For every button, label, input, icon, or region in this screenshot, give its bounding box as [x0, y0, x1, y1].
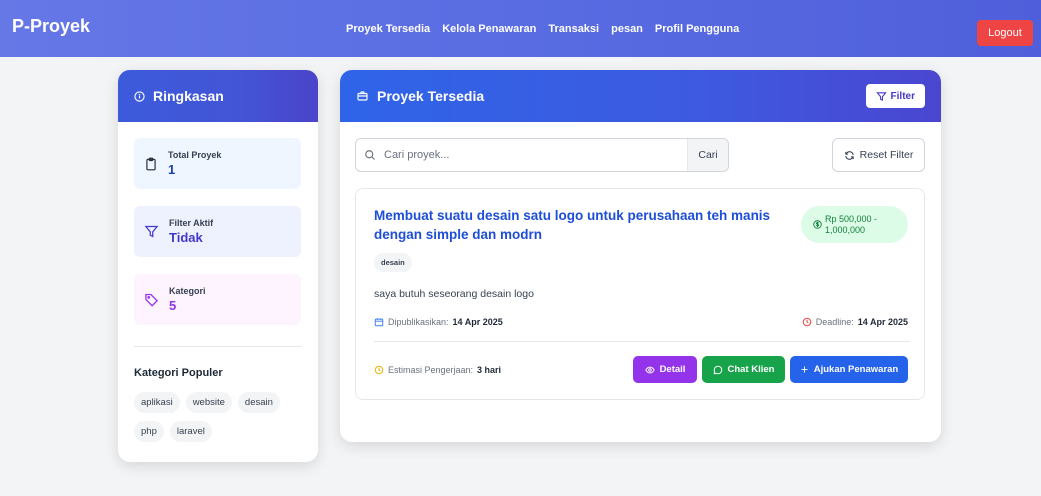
project-description: saya butuh seseorang desain logo: [374, 288, 534, 300]
submit-offer-label: Ajukan Penawaran: [813, 364, 899, 375]
published-label: Dipublikasikan:: [388, 317, 449, 327]
info-icon: [134, 90, 145, 102]
sidebar-divider: [134, 346, 301, 347]
projects-title: Proyek Tersedia: [377, 88, 485, 104]
summary-header: Ringkasan: [118, 70, 318, 122]
search-bar: Cari: [355, 138, 729, 172]
project-divider: [374, 341, 910, 342]
summary-card: Ringkasan Total Proyek 1 Filter Aktif Ti…: [118, 70, 318, 462]
estimate-label: Estimasi Pengerjaan:: [388, 365, 474, 375]
detail-label: Detail: [659, 364, 686, 375]
project-actions: Detail Chat Klien Ajukan Penawaran: [633, 356, 908, 383]
category-chip-desain[interactable]: desain: [237, 392, 280, 413]
nav-proyek-tersedia[interactable]: Proyek Tersedia: [346, 23, 430, 35]
stat-kategori: Kategori 5: [134, 274, 301, 325]
briefcase-icon: [356, 90, 369, 102]
filter-label: Filter: [890, 90, 915, 102]
tag-icon: [144, 292, 159, 307]
stat-label: Kategori: [169, 286, 206, 296]
reset-filter-label: Reset Filter: [859, 149, 914, 161]
projects-header: Proyek Tersedia Filter: [340, 70, 941, 122]
clipboard-icon: [144, 156, 158, 172]
stat-value: Tidak: [169, 230, 203, 245]
search-button[interactable]: Cari: [687, 139, 728, 171]
nav-transaksi[interactable]: Transaksi: [548, 23, 599, 35]
price-max: 1,000,000: [825, 224, 866, 235]
chat-label: Chat Klien: [727, 364, 775, 375]
filter-icon: [875, 91, 887, 102]
detail-button[interactable]: Detail: [633, 356, 697, 383]
projects-card: Proyek Tersedia Filter Cari Reset Filter…: [340, 70, 941, 442]
summary-title: Ringkasan: [153, 88, 224, 104]
reset-filter-button[interactable]: Reset Filter: [832, 138, 925, 172]
refresh-icon: [844, 150, 855, 161]
estimate-value: 3 hari: [477, 365, 502, 375]
logout-button[interactable]: Logout: [977, 20, 1033, 46]
chat-icon: [713, 365, 723, 375]
stat-filter-aktif: Filter Aktif Tidak: [134, 206, 301, 257]
category-chip-php[interactable]: php: [134, 421, 164, 442]
published-value: 14 Apr 2025: [452, 317, 503, 327]
category-chip-laravel[interactable]: laravel: [169, 421, 212, 442]
top-navbar: P-Proyek Proyek Tersedia Kelola Penawara…: [0, 0, 1041, 57]
deadline-label: Deadline:: [815, 317, 854, 327]
stat-value: 5: [169, 298, 177, 313]
project-tag: desain: [374, 253, 412, 272]
plus-icon: [800, 365, 809, 374]
search-input[interactable]: [384, 139, 687, 171]
published-date: Dipublikasikan: 14 Apr 2025: [374, 317, 503, 327]
project-title-link[interactable]: Membuat suatu desain satu logo untuk per…: [374, 206, 794, 244]
estimate-info: Estimasi Pengerjaan: 3 hari: [374, 365, 501, 375]
deadline-date: Deadline: 14 Apr 2025: [802, 317, 908, 327]
nav-kelola-penawaran[interactable]: Kelola Penawaran: [442, 23, 536, 35]
submit-offer-button[interactable]: Ajukan Penawaran: [790, 356, 908, 383]
category-chip-aplikasi[interactable]: aplikasi: [134, 392, 180, 413]
price-badge: Rp 500,000 - 1,000,000: [801, 206, 908, 243]
clock-icon: [374, 365, 384, 375]
filter-button[interactable]: Filter: [865, 84, 925, 108]
chat-client-button[interactable]: Chat Klien: [702, 356, 785, 383]
stat-label: Filter Aktif: [169, 218, 214, 228]
popular-categories-list: aplikasi website desain php laravel: [134, 392, 304, 442]
stat-value: 1: [168, 162, 176, 177]
nav-pesan[interactable]: pesan: [611, 23, 643, 35]
deadline-value: 14 Apr 2025: [857, 317, 908, 327]
main-nav: Proyek Tersedia Kelola Penawaran Transak…: [346, 0, 739, 57]
nav-profil-pengguna[interactable]: Profil Pengguna: [655, 23, 739, 35]
filter-icon: [144, 224, 159, 239]
brand-logo[interactable]: P-Proyek: [12, 16, 90, 37]
category-chip-website[interactable]: website: [185, 392, 232, 413]
project-card: Membuat suatu desain satu logo untuk per…: [355, 188, 925, 400]
price-min: Rp 500,000 -: [825, 213, 878, 224]
clock-icon: [802, 317, 812, 327]
popular-categories-title: Kategori Populer: [134, 367, 223, 379]
stat-total-proyek: Total Proyek 1: [134, 138, 301, 189]
calendar-icon: [374, 317, 384, 327]
eye-icon: [644, 365, 655, 375]
money-icon: [813, 220, 822, 229]
search-icon: [356, 139, 384, 171]
stat-label: Total Proyek: [168, 150, 222, 160]
